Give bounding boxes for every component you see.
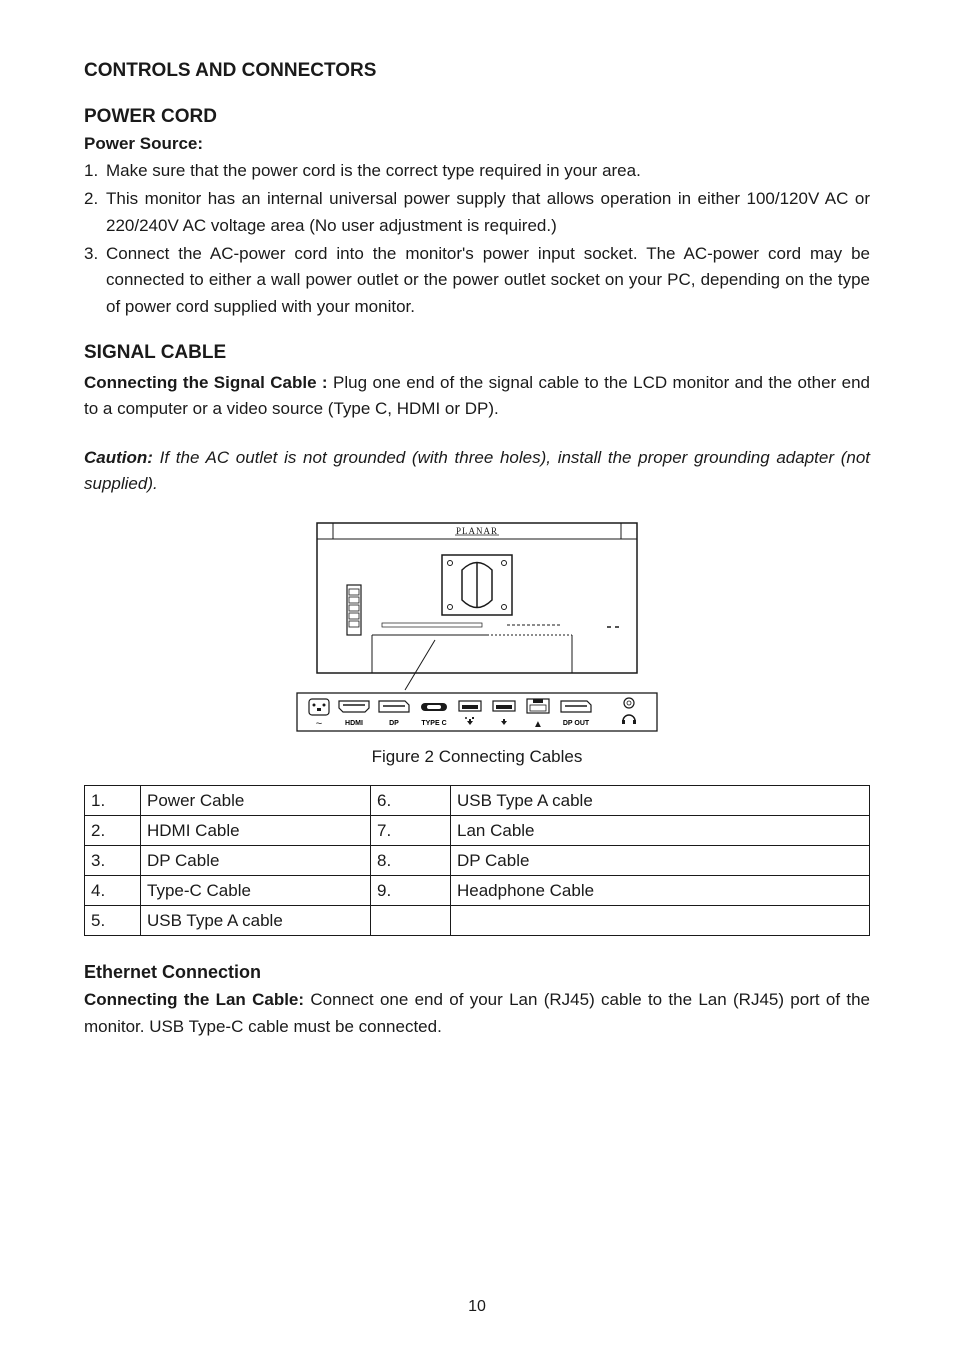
ethernet-body-bold: Connecting the Lan Cable:: [84, 990, 304, 1009]
list-item: Make sure that the power cord is the cor…: [84, 158, 870, 184]
cell-num: 2.: [85, 816, 141, 846]
table-row: 4. Type-C Cable 9. Headphone Cable: [85, 876, 870, 906]
cell-name: HDMI Cable: [141, 816, 371, 846]
cell-num: 6.: [371, 786, 451, 816]
caution-text: Caution: If the AC outlet is not grounde…: [84, 445, 870, 498]
table-row: 2. HDMI Cable 7. Lan Cable: [85, 816, 870, 846]
cell-num: 4.: [85, 876, 141, 906]
signal-cable-body: Connecting the Signal Cable : Plug one e…: [84, 370, 870, 423]
ethernet-title: Ethernet Connection: [84, 962, 870, 983]
page-number: 10: [0, 1298, 954, 1316]
caution-label: Caution:: [84, 448, 153, 467]
cell-num: [371, 906, 451, 936]
signal-body-bold: Connecting the Signal Cable :: [84, 373, 328, 392]
power-cord-title: POWER CORD: [84, 106, 870, 128]
cell-name: USB Type A cable: [141, 906, 371, 936]
port-label-typec: TYPE C: [421, 720, 446, 727]
cell-num: 7.: [371, 816, 451, 846]
caution-body: If the AC outlet is not grounded (with t…: [84, 448, 870, 493]
cell-name: USB Type A cable: [451, 786, 870, 816]
port-label-hdmi: HDMI: [345, 720, 363, 727]
list-item: Connect the AC-power cord into the monit…: [84, 241, 870, 320]
cell-name: Lan Cable: [451, 816, 870, 846]
table-row: 3. DP Cable 8. DP Cable: [85, 846, 870, 876]
cell-name: Type-C Cable: [141, 876, 371, 906]
cell-name: [451, 906, 870, 936]
cell-name: DP Cable: [141, 846, 371, 876]
table-row: 1. Power Cable 6. USB Type A cable: [85, 786, 870, 816]
cell-name: Power Cable: [141, 786, 371, 816]
cell-num: 1.: [85, 786, 141, 816]
cell-num: 5.: [85, 906, 141, 936]
signal-cable-title: SIGNAL CABLE: [84, 342, 870, 364]
brand-text: PLANAR: [456, 526, 498, 536]
cell-num: 3.: [85, 846, 141, 876]
svg-text:~: ~: [316, 718, 322, 730]
power-source-list: Make sure that the power cord is the cor…: [84, 158, 870, 320]
cell-num: 9.: [371, 876, 451, 906]
cell-name: DP Cable: [451, 846, 870, 876]
port-label-dp: DP: [389, 720, 399, 727]
cell-num: 8.: [371, 846, 451, 876]
port-label-dpout: DP OUT: [563, 720, 590, 727]
list-item: This monitor has an internal universal p…: [84, 186, 870, 239]
table-row: 5. USB Type A cable: [85, 906, 870, 936]
power-source-subtitle: Power Source:: [84, 134, 870, 154]
svg-text:▲: ▲: [533, 719, 543, 730]
cell-name: Headphone Cable: [451, 876, 870, 906]
ethernet-body: Connecting the Lan Cable: Connect one en…: [84, 987, 870, 1040]
figure-diagram: PLANAR ~: [84, 515, 870, 735]
cable-table: 1. Power Cable 6. USB Type A cable 2. HD…: [84, 785, 870, 936]
section-title: CONTROLS AND CONNECTORS: [84, 60, 870, 82]
figure-caption: Figure 2 Connecting Cables: [84, 747, 870, 767]
